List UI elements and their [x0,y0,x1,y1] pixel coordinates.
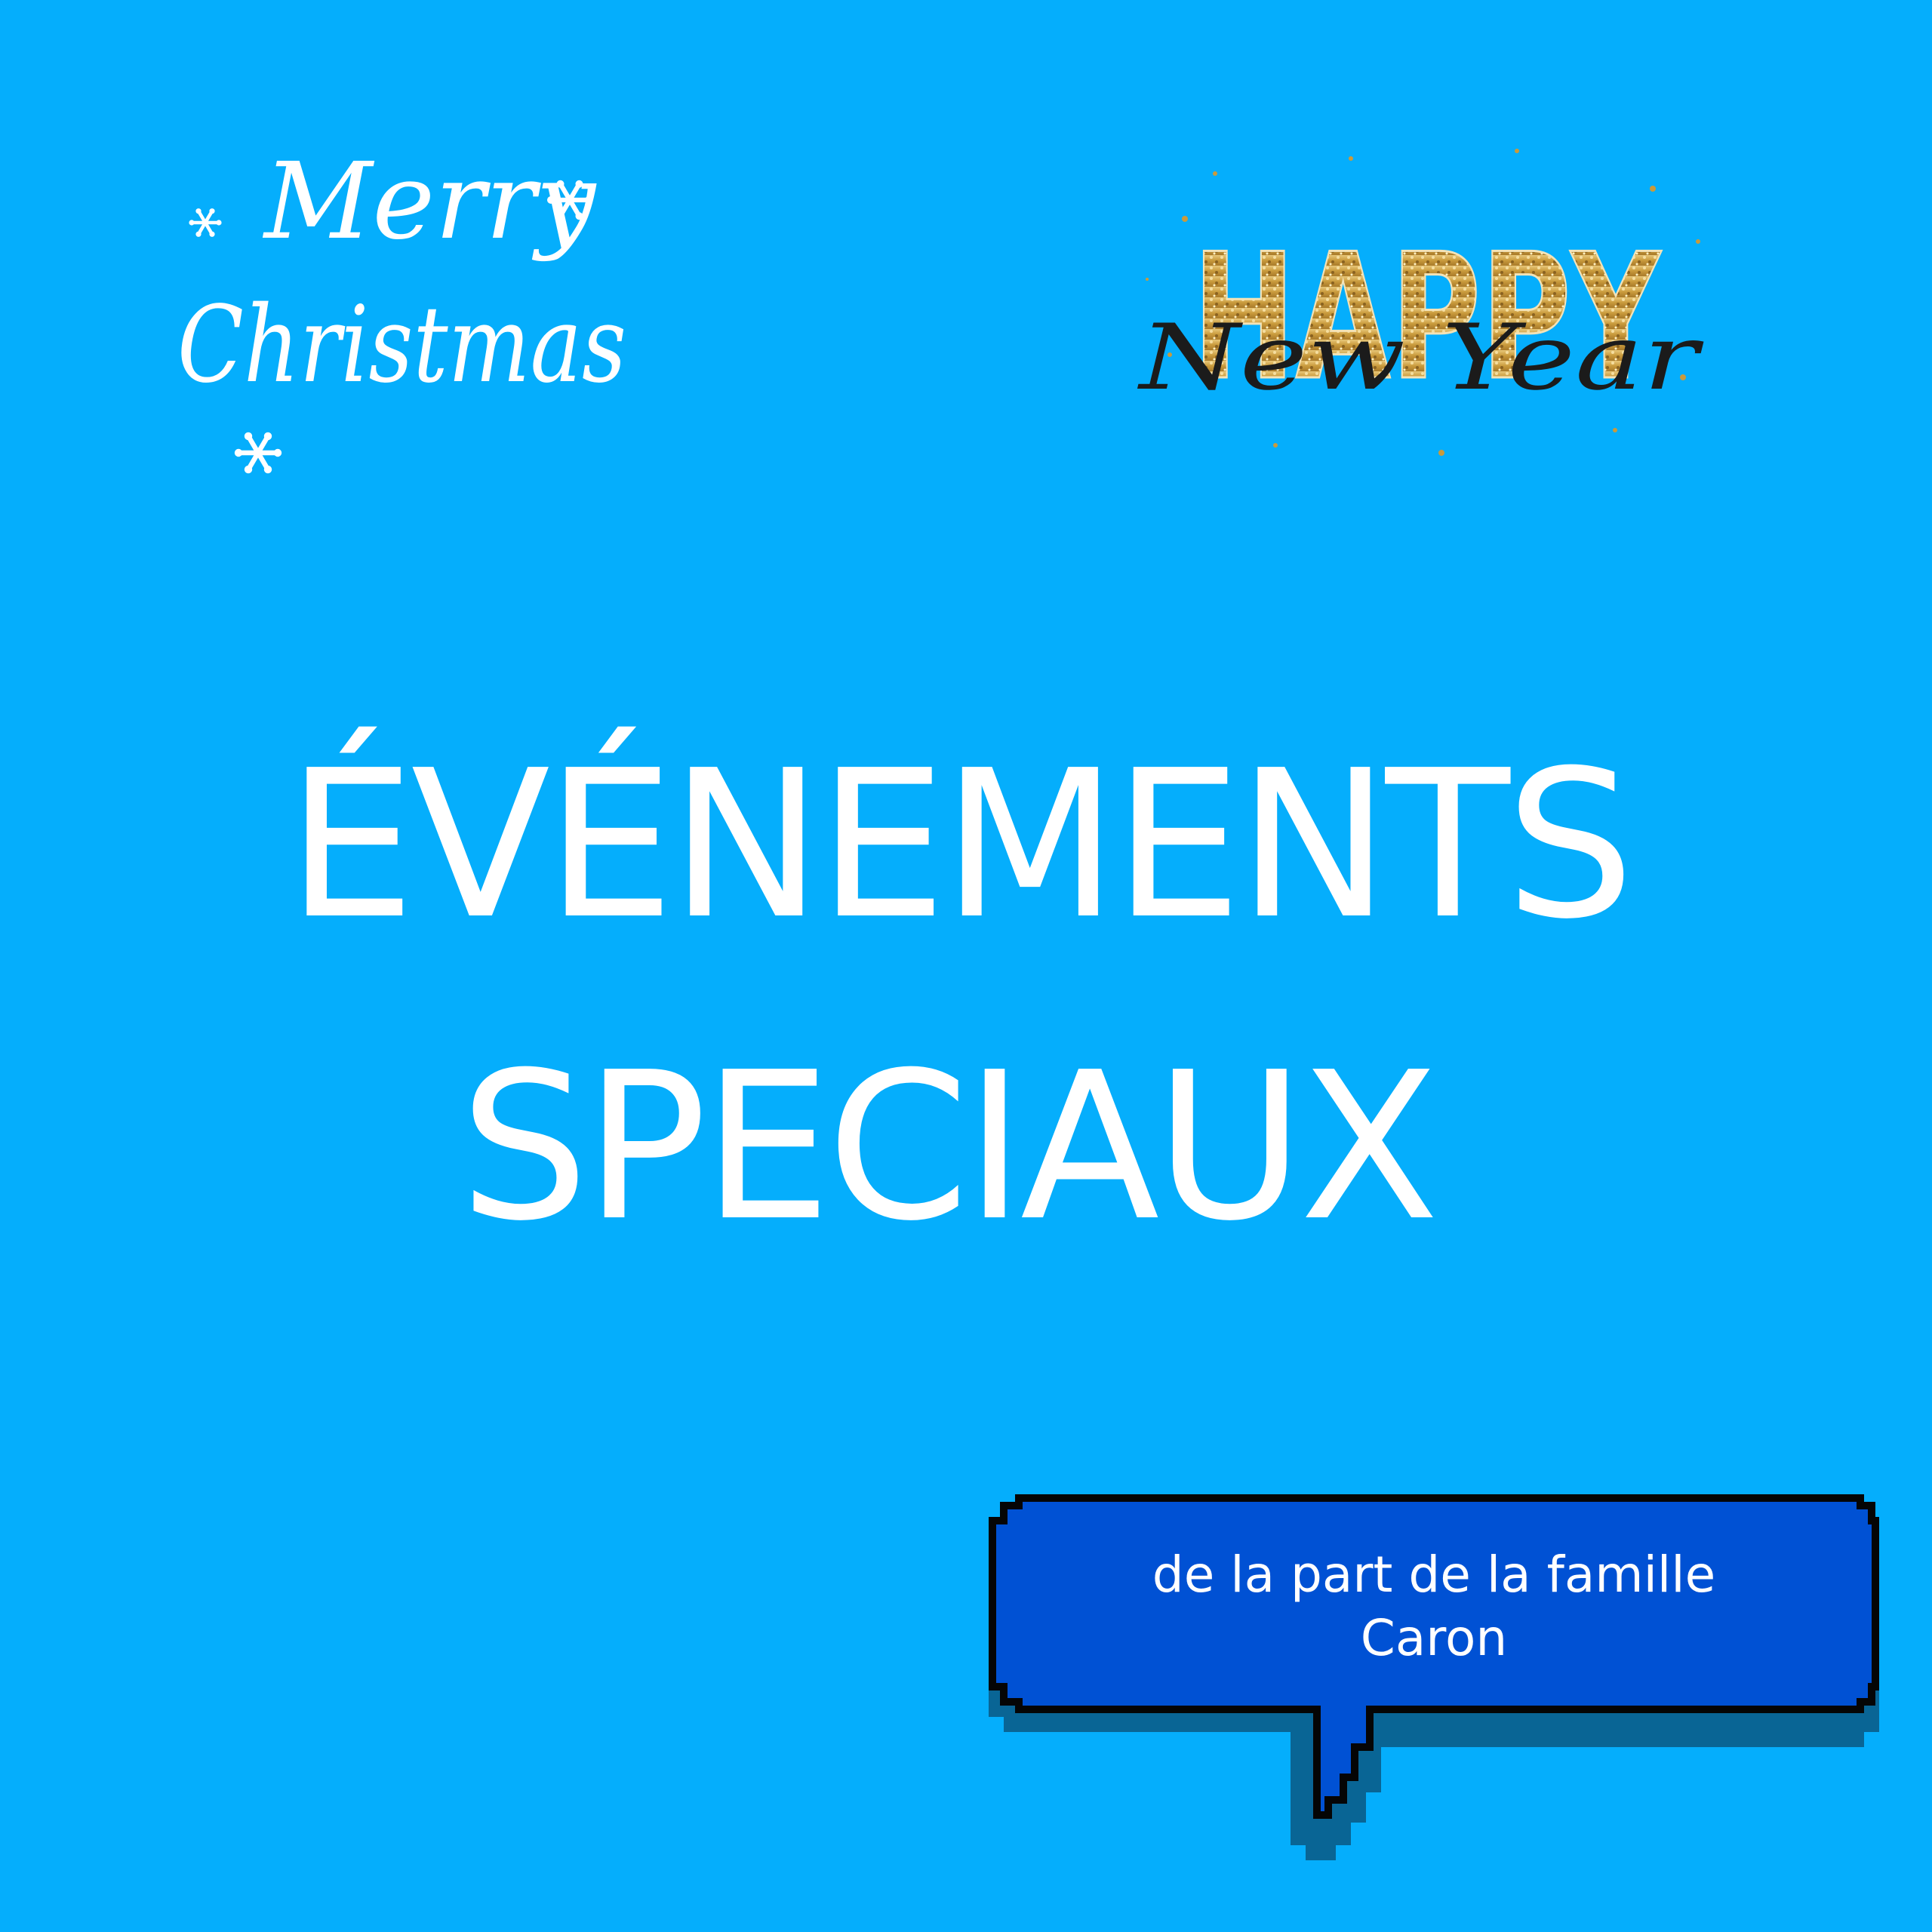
bubble-message: de la part de la famille Caron [1004,1543,1864,1670]
title-line-1: ÉVÉNEMENTS [286,726,1635,964]
christmas-text: Christmas [177,284,626,407]
snowflake-icon [189,208,221,237]
bubble-line-2: Caron [1360,1609,1508,1667]
merry-christmas-graphic: Merry Christmas [177,143,626,498]
snowflake-icon [235,432,281,474]
happy-new-year-sticker: HAPPY New Year [1124,128,1728,483]
title-line-2: SPECIAUX [459,1028,1439,1266]
happy-new-year-graphic: HAPPY New Year [1137,149,1704,456]
main-title: ÉVÉNEMENTS SPECIAUX [0,694,1932,1298]
bubble-line-1: de la part de la famille [1152,1546,1716,1604]
new-year-text: New Year [1137,306,1704,411]
merry-christmas-sticker: Merry Christmas [174,143,641,498]
poster-canvas: Merry Christmas HAPPY New Year ÉVÉNEMENT… [0,0,1932,1932]
merry-text: Merry [262,143,597,263]
